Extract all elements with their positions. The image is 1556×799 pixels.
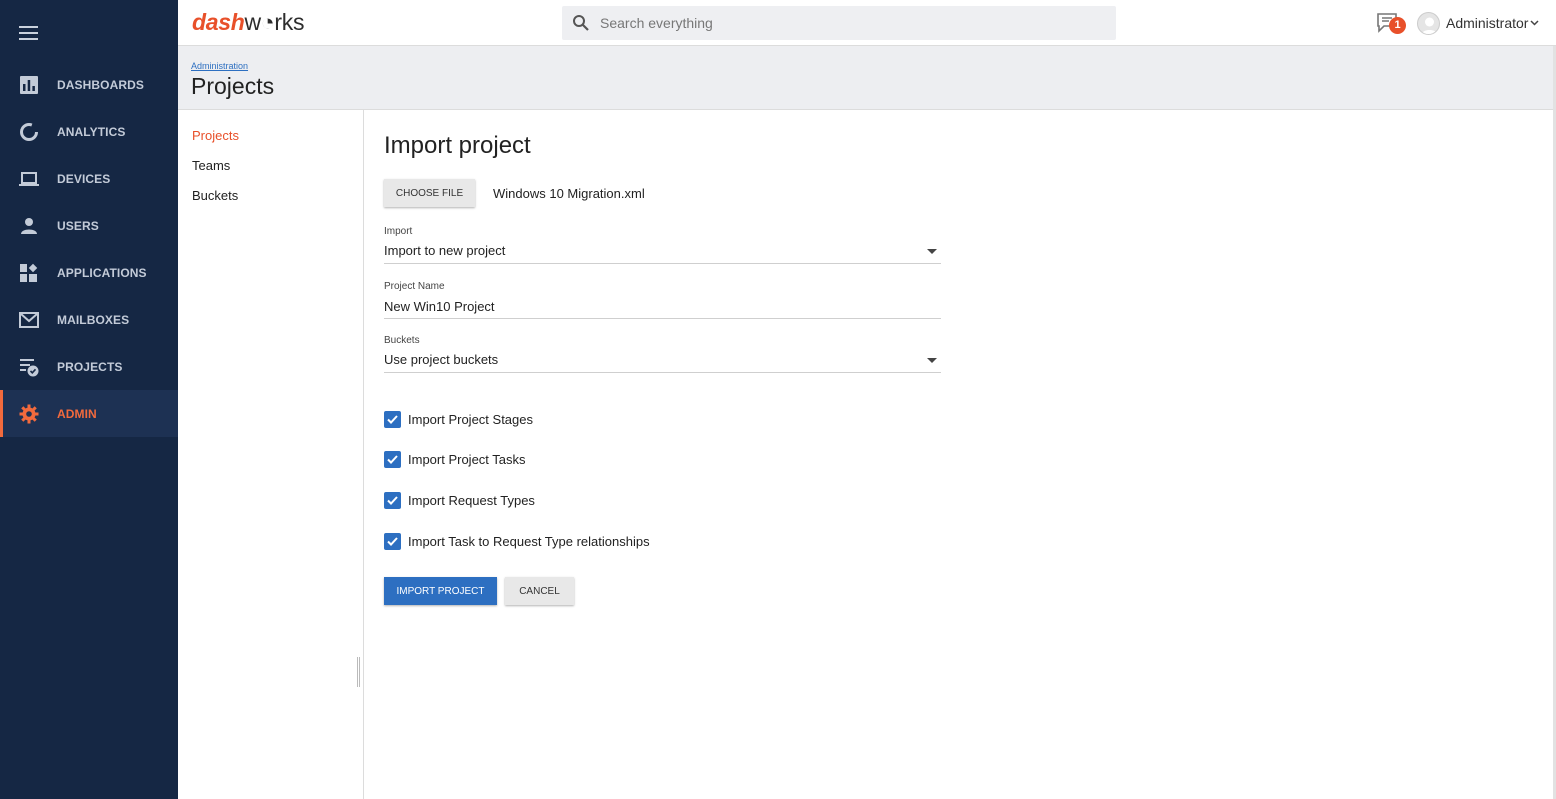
- logo-text-dash: dash: [192, 9, 245, 35]
- global-search: [562, 6, 1116, 40]
- search-input[interactable]: [600, 6, 1100, 40]
- page-header: Administration Projects: [178, 46, 1556, 110]
- buckets-select[interactable]: Use project buckets: [384, 349, 941, 373]
- checkbox-checked-icon: [384, 411, 401, 428]
- nav-item-projects[interactable]: PROJECTS: [0, 343, 178, 390]
- import-project-form: Import project CHOOSE FILE Windows 10 Mi…: [365, 110, 1556, 799]
- nav-label-users: USERS: [57, 218, 99, 233]
- nav-label-mailboxes: MAILBOXES: [57, 312, 130, 327]
- laptop-icon: [19, 172, 39, 186]
- nav-item-admin[interactable]: ADMIN: [0, 390, 178, 437]
- breadcrumb-administration[interactable]: Administration: [191, 61, 248, 71]
- nav-label-admin: ADMIN: [57, 406, 97, 421]
- gear-icon: [19, 404, 39, 424]
- user-silhouette-icon: [1421, 17, 1438, 34]
- nav-label-analytics: ANALYTICS: [57, 124, 126, 139]
- checkbox-label: Import Task to Request Type relationship…: [408, 534, 650, 549]
- logo-text-rks: rks: [274, 9, 305, 35]
- mail-icon: [19, 312, 39, 328]
- nav-label-devices: DEVICES: [57, 171, 111, 186]
- top-bar: dashw◔rks 1 Administrator: [178, 0, 1556, 46]
- nav-item-dashboards[interactable]: DASHBOARDS: [0, 61, 178, 108]
- subnav-item-projects[interactable]: Projects: [192, 128, 239, 143]
- checklist-icon: [20, 359, 39, 377]
- buckets-select-value: Use project buckets: [384, 352, 499, 367]
- import-project-button[interactable]: IMPORT PROJECT: [384, 577, 497, 605]
- donut-chart-icon: [20, 123, 38, 141]
- buckets-label: Buckets: [384, 335, 420, 346]
- bar-chart-icon: [20, 76, 38, 94]
- nav-label-projects: PROJECTS: [57, 359, 123, 374]
- checkbox-checked-icon: [384, 492, 401, 509]
- subnav-item-teams[interactable]: Teams: [192, 158, 230, 173]
- checkbox-label: Import Project Tasks: [408, 452, 526, 467]
- panel-resize-handle[interactable]: [357, 657, 360, 687]
- project-name-field: [384, 295, 941, 319]
- nav-label-applications: APPLICATIONS: [57, 265, 147, 280]
- import-select[interactable]: Import to new project: [384, 240, 941, 264]
- notification-badge[interactable]: 1: [1389, 17, 1406, 34]
- selected-file-name: Windows 10 Migration.xml: [493, 186, 645, 201]
- avatar[interactable]: [1417, 12, 1440, 35]
- subnav-item-buckets[interactable]: Buckets: [192, 188, 238, 203]
- page-title: Projects: [191, 73, 275, 99]
- checkbox-label: Import Project Stages: [408, 412, 533, 427]
- nav-item-devices[interactable]: DEVICES: [0, 155, 178, 202]
- import-select-value: Import to new project: [384, 243, 506, 258]
- logo-text-w: w: [244, 9, 261, 35]
- person-icon: [21, 218, 37, 234]
- dropdown-arrow-icon: [927, 358, 937, 363]
- checkbox-checked-icon: [384, 451, 401, 468]
- checkbox-label: Import Request Types: [408, 493, 535, 508]
- nav-item-mailboxes[interactable]: MAILBOXES: [0, 296, 178, 343]
- nav-label-dashboards: DASHBOARDS: [57, 77, 145, 92]
- form-title: Import project: [384, 132, 531, 159]
- nav-item-users[interactable]: USERS: [0, 202, 178, 249]
- chevron-down-icon[interactable]: [1530, 18, 1539, 27]
- cancel-button[interactable]: CANCEL: [505, 577, 574, 605]
- nav-item-applications[interactable]: APPLICATIONS: [0, 249, 178, 296]
- user-menu-name[interactable]: Administrator: [1446, 15, 1528, 31]
- dropdown-arrow-icon: [927, 249, 937, 254]
- logo-gauge-icon: ◔: [260, 9, 275, 35]
- search-icon: [573, 15, 589, 31]
- choose-file-button[interactable]: CHOOSE FILE: [384, 179, 475, 207]
- widgets-icon: [20, 263, 38, 282]
- import-label: Import: [384, 226, 413, 237]
- project-name-input[interactable]: [384, 295, 941, 317]
- hamburger-menu-icon[interactable]: [19, 26, 38, 40]
- project-name-label: Project Name: [384, 281, 445, 292]
- side-navigation: DASHBOARDS ANALYTICS DEVICES USERS APPLI…: [0, 0, 178, 799]
- dashworks-logo[interactable]: dashw◔rks: [192, 9, 304, 36]
- nav-item-analytics[interactable]: ANALYTICS: [0, 108, 178, 155]
- checkbox-checked-icon: [384, 533, 401, 550]
- admin-subnav: Projects Teams Buckets: [178, 110, 364, 799]
